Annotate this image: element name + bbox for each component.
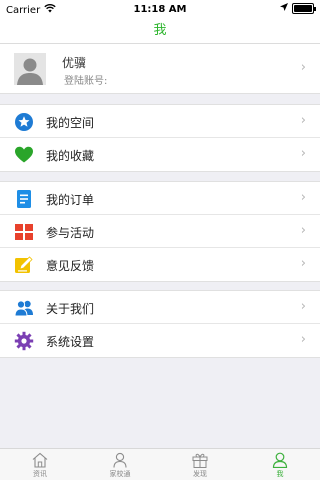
star-badge-icon [14,112,34,132]
chevron-right-icon: › [300,113,306,128]
login-account: 登陆账号: [62,72,109,87]
menu-item-label: 我的空间 [46,116,95,130]
tab-school-home[interactable]: 家校通 [80,449,160,480]
menu-item-label: 参与活动 [46,226,95,240]
menu-item-label: 我的收藏 [46,149,95,163]
menu-item-label: 系统设置 [46,335,95,349]
chevron-right-icon: › [300,60,306,75]
chevron-right-icon: › [300,223,306,238]
chevron-right-icon: › [300,190,306,205]
avatar [14,53,46,85]
chevron-right-icon: › [300,256,306,271]
navigation-bar: 我 [0,20,320,44]
document-icon [14,189,34,209]
status-right [280,3,316,14]
tab-me[interactable]: 我 [240,449,320,480]
menu-item-my-space[interactable]: 我的空间 › [0,105,320,138]
tab-label: 资讯 [33,470,47,478]
menu-item-feedback[interactable]: 意见反馈 › [0,248,320,281]
menu-item-my-orders[interactable]: 我的订单 › [0,182,320,215]
user-icon [113,452,127,468]
edit-note-icon [14,255,34,275]
tab-bar: 资讯 家校通 发现 我 [0,448,320,480]
status-bar: Carrier 11:18 AM [0,0,320,20]
tab-label: 家校通 [109,470,131,478]
tab-label: 我 [276,470,284,478]
grid-icon [14,222,34,242]
home-icon [32,452,48,468]
login-account-label: 登陆账号: [64,76,108,87]
battery-icon [292,3,316,14]
tab-news[interactable]: 资讯 [0,449,80,480]
menu-item-label: 我的订单 [46,193,95,207]
menu-group-2: 我的订单 › 参与活动 › 意见反馈 › [0,181,320,282]
people-icon [14,298,34,318]
tab-discover[interactable]: 发现 [160,449,240,480]
menu-item-my-favorites[interactable]: 我的收藏 › [0,138,320,171]
profile-row[interactable]: 优骥 登陆账号: › [0,44,320,94]
chevron-right-icon: › [300,332,306,347]
gift-icon [192,453,208,468]
page-title: 我 [153,23,167,38]
person-icon [272,452,288,468]
avatar-silhouette-icon [14,53,46,85]
menu-item-label: 意见反馈 [46,259,95,273]
status-time: 11:18 AM [133,4,187,15]
tab-label: 发现 [193,470,207,478]
heart-icon [14,145,34,165]
menu-item-settings[interactable]: 系统设置 › [0,324,320,357]
menu-item-join-activities[interactable]: 参与活动 › [0,215,320,248]
menu-group-3: 关于我们 › 系统设置 › [0,290,320,358]
gear-icon [14,331,34,351]
menu-item-label: 关于我们 [46,302,95,316]
menu-item-about-us[interactable]: 关于我们 › [0,291,320,324]
chevron-right-icon: › [300,299,306,314]
chevron-right-icon: › [300,146,306,161]
location-arrow-icon [280,3,288,14]
profile-name: 优骥 [62,56,87,70]
menu-group-1: 我的空间 › 我的收藏 › [0,104,320,172]
